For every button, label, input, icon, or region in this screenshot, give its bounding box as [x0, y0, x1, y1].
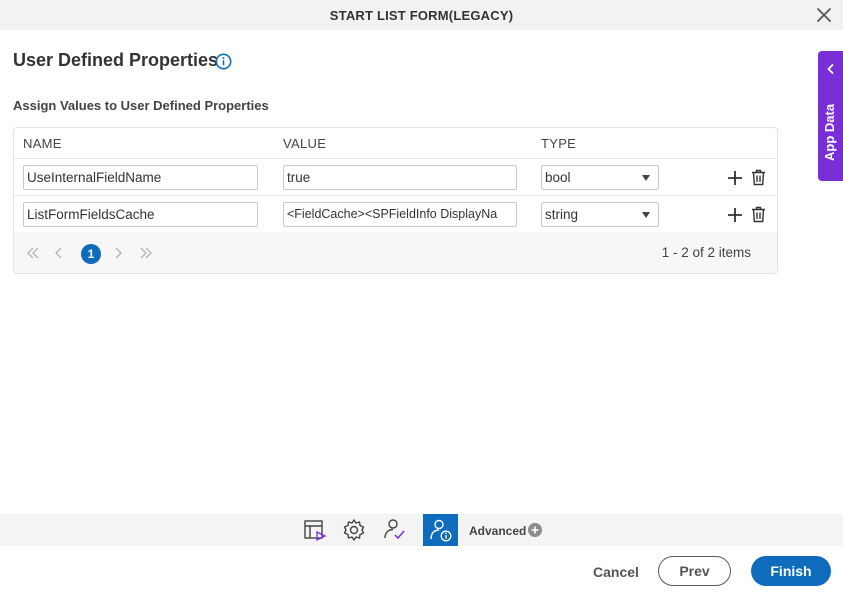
- property-type-select[interactable]: bool: [541, 165, 659, 190]
- user-task-icon[interactable]: [381, 517, 407, 543]
- property-type-select[interactable]: string: [541, 202, 659, 227]
- trash-icon[interactable]: [751, 206, 766, 223]
- prev-page-icon[interactable]: [52, 246, 66, 260]
- info-icon[interactable]: [215, 53, 232, 70]
- dropdown-arrow-icon: [642, 175, 650, 181]
- user-info-icon: [430, 519, 452, 542]
- app-data-panel-tab[interactable]: App Data: [818, 51, 843, 181]
- dropdown-arrow-icon: [642, 212, 650, 218]
- property-value-input[interactable]: true: [283, 165, 517, 190]
- plus-icon[interactable]: [727, 170, 743, 186]
- section-title: User Defined Properties: [13, 50, 219, 70]
- user-info-tab-active[interactable]: [423, 514, 458, 546]
- finish-button[interactable]: Finish: [751, 556, 831, 586]
- plus-circle-icon[interactable]: [528, 523, 542, 537]
- close-icon[interactable]: [815, 6, 833, 24]
- chevron-left-icon: [827, 63, 834, 75]
- plus-icon[interactable]: [727, 207, 743, 223]
- bottom-toolbar: Advanced: [0, 514, 843, 546]
- property-name-input[interactable]: ListFormFieldsCache: [23, 202, 258, 227]
- form-icon[interactable]: [302, 517, 328, 543]
- property-value-input[interactable]: <FieldCache><SPFieldInfo DisplayNa: [283, 202, 517, 227]
- column-header-type: TYPE: [541, 136, 577, 151]
- column-header-value: VALUE: [283, 136, 327, 151]
- app-data-label: App Data: [822, 103, 837, 161]
- properties-table: NAME VALUE TYPE UseInternalFieldName tru…: [13, 127, 778, 274]
- column-header-name: NAME: [23, 136, 62, 151]
- pager-summary: 1 - 2 of 2 items: [661, 245, 751, 260]
- section-subtitle: Assign Values to User Defined Properties: [13, 98, 269, 113]
- title-bar: START LIST FORM(LEGACY): [0, 0, 843, 30]
- last-page-icon[interactable]: [139, 246, 153, 260]
- advanced-label[interactable]: Advanced: [469, 524, 526, 538]
- property-name-input[interactable]: UseInternalFieldName: [23, 165, 258, 190]
- gear-icon[interactable]: [341, 517, 367, 543]
- property-type-value: bool: [545, 170, 571, 185]
- property-type-value: string: [545, 207, 579, 222]
- dialog-title: START LIST FORM(LEGACY): [329, 8, 514, 23]
- current-page-button[interactable]: 1: [81, 244, 101, 264]
- next-page-icon[interactable]: [111, 246, 125, 260]
- first-page-icon[interactable]: [26, 246, 40, 260]
- cancel-button[interactable]: Cancel: [593, 564, 639, 580]
- table-row: ListFormFieldsCache <FieldCache><SPField…: [14, 195, 777, 232]
- table-row: UseInternalFieldName true bool: [14, 158, 777, 195]
- pager: 1 1 - 2 of 2 items: [14, 232, 777, 273]
- trash-icon[interactable]: [751, 169, 766, 186]
- prev-button[interactable]: Prev: [658, 556, 731, 586]
